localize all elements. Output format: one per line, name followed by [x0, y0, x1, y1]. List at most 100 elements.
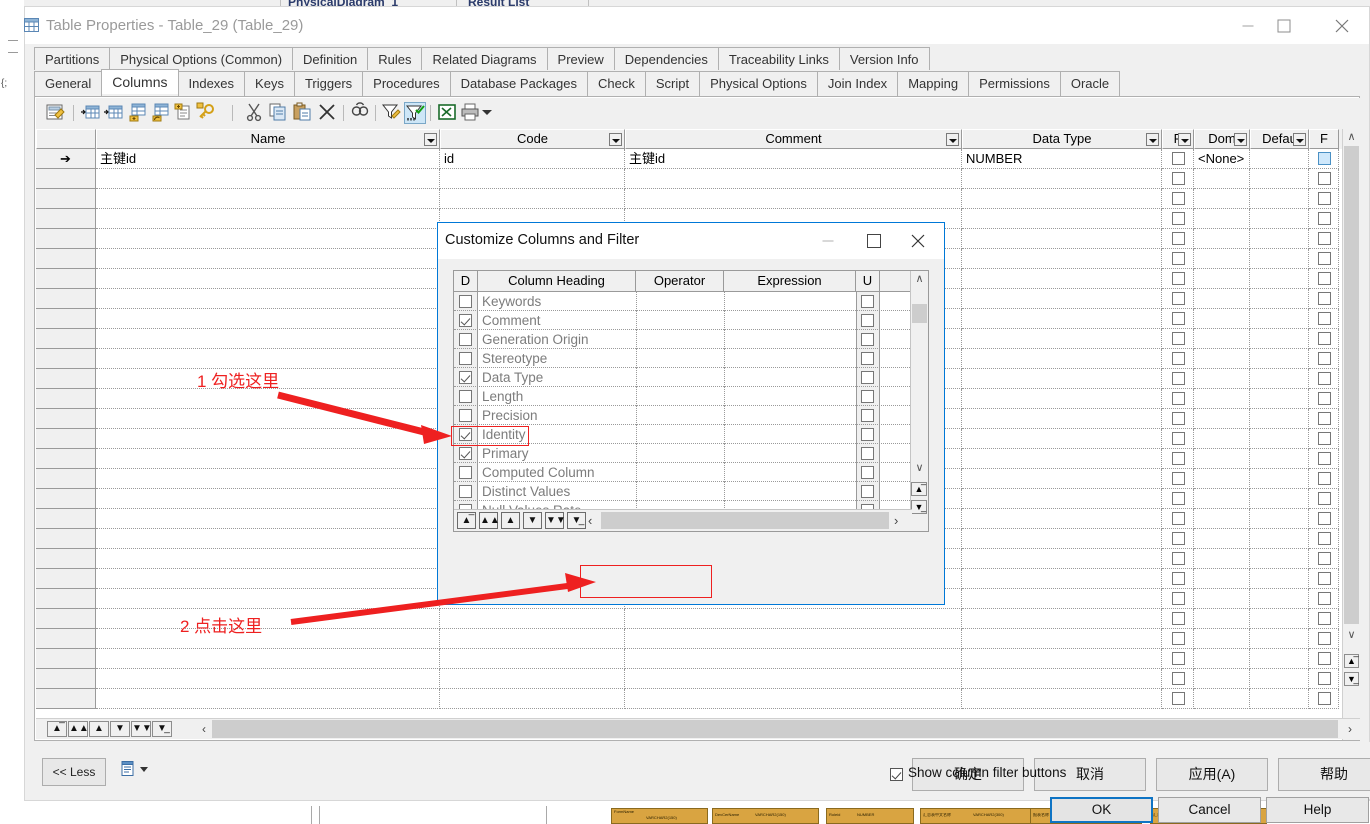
add-list-icon[interactable] — [173, 102, 195, 124]
cancel-button[interactable]: Cancel — [1158, 797, 1261, 823]
grid-cell-defau[interactable] — [1250, 249, 1309, 269]
scroll-down-icon[interactable]: ∨ — [911, 460, 928, 477]
checkbox[interactable] — [1172, 172, 1185, 185]
row-header[interactable] — [36, 369, 96, 389]
checkbox[interactable] — [1318, 152, 1331, 165]
grid-cell-name[interactable] — [96, 649, 440, 669]
grid-cell-dom[interactable]: <None> — [1194, 149, 1250, 169]
grid-cell-p[interactable] — [1162, 669, 1194, 689]
grid-cell-p[interactable] — [1162, 529, 1194, 549]
scroll-down-icon[interactable]: ∨ — [1343, 627, 1360, 644]
move-down-button[interactable]: ▼ — [523, 512, 542, 529]
grid-header-defau[interactable]: Defau — [1250, 129, 1309, 149]
checkbox[interactable] — [1172, 512, 1185, 525]
grid-cell-dom[interactable] — [1194, 569, 1250, 589]
customize-columns-filter-icon[interactable] — [404, 102, 426, 124]
grid-cell-f[interactable] — [1309, 369, 1339, 389]
grid-cell-defau[interactable] — [1250, 589, 1309, 609]
grid-cell-data-type[interactable] — [962, 569, 1162, 589]
dialog-list-item[interactable]: Identity — [454, 425, 912, 444]
dialog-header-expression[interactable]: Expression — [724, 271, 856, 292]
grid-cell-f[interactable] — [1309, 209, 1339, 229]
grid-cell-f[interactable] — [1309, 529, 1339, 549]
grid-cell-f[interactable] — [1309, 449, 1339, 469]
grid-cell-name[interactable] — [96, 609, 440, 629]
grid-cell-dom[interactable] — [1194, 529, 1250, 549]
tab-oracle[interactable]: Oracle — [1059, 71, 1121, 96]
checkbox[interactable] — [1172, 272, 1185, 285]
dialog-list-item[interactable]: Distinct Values — [454, 482, 912, 501]
grid-cell-name[interactable]: 主键id — [96, 149, 440, 169]
grid-cell-name[interactable] — [96, 409, 440, 429]
grid-cell-data-type[interactable] — [962, 209, 1162, 229]
delete-icon[interactable] — [317, 102, 339, 124]
grid-cell-comment[interactable]: 主键id — [625, 149, 962, 169]
grid-cell-name[interactable] — [96, 169, 440, 189]
grid-cell-f[interactable] — [1309, 609, 1339, 629]
use-cell[interactable] — [856, 311, 880, 330]
grid-cell-comment[interactable] — [625, 169, 962, 189]
grid-cell-data-type[interactable] — [962, 469, 1162, 489]
grid-cell-dom[interactable] — [1194, 349, 1250, 369]
dialog-list-item[interactable]: Comment — [454, 311, 912, 330]
grid-cell-f[interactable] — [1309, 589, 1339, 609]
tab-physical-options-common[interactable]: Physical Options (Common) — [109, 47, 294, 70]
tab-traceability-links[interactable]: Traceability Links — [717, 47, 840, 70]
row-header[interactable] — [36, 189, 96, 209]
help-button-cn[interactable]: 帮助 — [1278, 758, 1370, 791]
first-row-button[interactable]: ▲̅ — [47, 721, 67, 737]
use-cell[interactable] — [856, 406, 880, 425]
grid-cell-data-type[interactable] — [962, 189, 1162, 209]
grid-cell-name[interactable] — [96, 429, 440, 449]
use-cell[interactable] — [856, 444, 880, 463]
checkbox[interactable] — [1172, 532, 1185, 545]
tab-general[interactable]: General — [34, 71, 103, 96]
row-header[interactable] — [36, 409, 96, 429]
table-row[interactable]: ➔ 主键id id 主键id NUMBER <None> — [36, 149, 1360, 169]
grid-cell-dom[interactable] — [1194, 409, 1250, 429]
grid-cell-data-type[interactable] — [962, 409, 1162, 429]
grid-cell-f[interactable] — [1309, 689, 1339, 709]
display-checkbox[interactable] — [459, 352, 472, 365]
checkbox[interactable] — [1318, 452, 1331, 465]
grid-cell-name[interactable] — [96, 629, 440, 649]
use-cell[interactable] — [856, 330, 880, 349]
display-checkbox[interactable] — [459, 466, 472, 479]
grid-cell-p[interactable] — [1162, 389, 1194, 409]
tab-join-index[interactable]: Join Index — [816, 71, 899, 96]
grid-cell-dom[interactable] — [1194, 389, 1250, 409]
column-filter-button[interactable] — [946, 133, 959, 146]
row-header[interactable] — [36, 549, 96, 569]
grid-cell-name[interactable] — [96, 669, 440, 689]
grid-cell-dom[interactable] — [1194, 269, 1250, 289]
row-header[interactable] — [36, 289, 96, 309]
row-header[interactable] — [36, 329, 96, 349]
less-button[interactable]: << Less — [42, 758, 106, 786]
grid-cell-data-type[interactable] — [962, 369, 1162, 389]
grid-cell-name[interactable] — [96, 449, 440, 469]
grid-cell-data-type[interactable] — [962, 329, 1162, 349]
table-row[interactable] — [36, 169, 1360, 189]
grid-cell-dom[interactable] — [1194, 589, 1250, 609]
tab-permissions[interactable]: Permissions — [968, 71, 1061, 96]
dialog-list-item[interactable]: Computed Column — [454, 463, 912, 482]
row-header[interactable] — [36, 309, 96, 329]
checkbox[interactable] — [1318, 392, 1331, 405]
tab-triggers[interactable]: Triggers — [293, 71, 364, 96]
grid-cell-defau[interactable] — [1250, 429, 1309, 449]
tab-columns[interactable]: Columns — [101, 69, 179, 94]
move-up-button[interactable]: ▲ — [501, 512, 520, 529]
dialog-header-column-heading[interactable]: Column Heading — [478, 271, 636, 292]
table-row[interactable] — [36, 689, 1360, 709]
display-checkbox[interactable] — [459, 447, 472, 460]
split-down-button[interactable]: ▼̲ — [911, 500, 927, 514]
grid-cell-data-type[interactable] — [962, 629, 1162, 649]
row-header[interactable] — [36, 509, 96, 529]
grid-cell-dom[interactable] — [1194, 369, 1250, 389]
checkbox[interactable] — [1318, 492, 1331, 505]
checkbox[interactable] — [1318, 432, 1331, 445]
grid-cell-dom[interactable] — [1194, 509, 1250, 529]
tab-related-diagrams[interactable]: Related Diagrams — [421, 47, 548, 70]
checkbox[interactable] — [1318, 312, 1331, 325]
grid-cell-dom[interactable] — [1194, 449, 1250, 469]
